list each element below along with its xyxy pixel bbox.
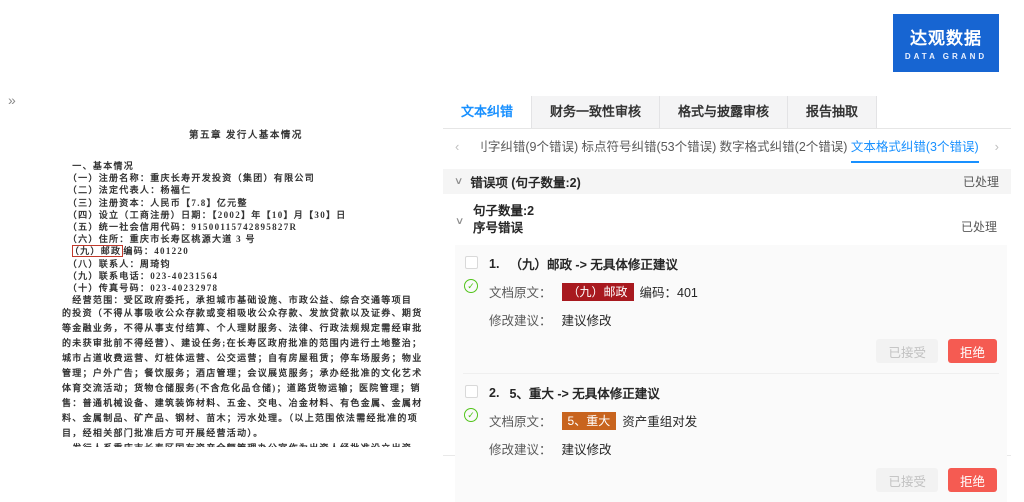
doc-line: （八）联系人：周琦钧 — [62, 258, 430, 270]
doc-line: （三）注册资本：人民币【7.8】亿元整 — [62, 197, 430, 209]
doc-line: 经营范围：受区政府委托，承担城市基础设施、市政公益、综合交通等项目 — [62, 294, 430, 306]
main-tabbar: 文本纠错财务一致性审核格式与披露审核报告抽取 — [443, 96, 1011, 129]
tab-格式与披露审核[interactable]: 格式与披露审核 — [660, 96, 788, 128]
subtab-标点符号纠错(53个错误)[interactable]: 标点符号纠错(53个错误) — [582, 129, 717, 163]
original-text-label: 文档原文： — [489, 282, 552, 301]
doc-line: 管理；户外广告；餐饮服务；酒店管理；会议展览服务；承办经批准的文化艺术 — [62, 366, 430, 381]
item-index: 2. — [489, 386, 499, 400]
error-section-header[interactable]: ∨ 错误项 (句子数量:2) 已处理 — [443, 169, 1011, 194]
doc-line: 一、基本情况 — [62, 160, 430, 172]
doc-line: 的未获审批前不得经营）、建设任务;在长寿区政府批准的范围内进行土地整治； — [62, 336, 430, 351]
doc-text — [62, 246, 72, 256]
item-title: （九）邮政 -> 无具体修正建议 — [509, 254, 677, 273]
doc-line: 售：普通机械设备、建筑装饰材料、五金、交电、冶金材料、有色金属、金属材 — [62, 396, 430, 411]
subtab-items: 刂字纠错(9个错误)标点符号纠错(53个错误)数字格式纠错(2个错误)文本格式纠… — [461, 129, 992, 163]
tab-财务一致性审核[interactable]: 财务一致性审核 — [532, 96, 660, 128]
chevron-right-icon[interactable]: › — [993, 139, 1001, 154]
doc-line: （五）统一社会信用代码：91500115742895827R — [62, 221, 430, 233]
error-item: ✓ 1. （九）邮政 -> 无具体修正建议文档原文： （九）邮政编码：401 修改建议：… — [463, 245, 999, 373]
doc-line: （二）法定代表人：杨福仁 — [62, 184, 430, 196]
chevron-down-icon[interactable]: ∨ — [454, 176, 464, 187]
check-circle-icon: ✓ — [464, 408, 478, 422]
error-section-status: 已处理 — [963, 173, 999, 190]
doc-line: 体育交流活动；货物仓储服务(不含危化品仓储)；道路货物运输；医院管理；销 — [62, 381, 430, 396]
tabbar-filler — [877, 96, 1011, 128]
suggestion-row: 修改建议： 建议修改 — [489, 439, 999, 458]
check-circle-icon: ✓ — [464, 279, 478, 293]
suggestion-text: 建议修改 — [562, 439, 612, 458]
error-chip: 5、重大 — [562, 412, 617, 430]
subtab-刂字纠错(9个错误)[interactable]: 刂字纠错(9个错误) — [475, 129, 578, 163]
group-status: 已处理 — [961, 218, 997, 235]
suggestion-label: 修改建议： — [489, 439, 552, 458]
document-preview: 第五章 发行人基本情况 一、基本情况 （一）注册名称：重庆长寿开发投资（集团）有… — [62, 127, 430, 447]
error-type-subtabs: ‹ 刂字纠错(9个错误)标点符号纠错(53个错误)数字格式纠错(2个错误)文本格… — [443, 129, 1011, 163]
error-item: ✓ 2. 5、重大 -> 无具体修正建议文档原文： 5、重大资产重组对发修改建议： 建议… — [463, 373, 999, 502]
error-item-list: ✓ 1. （九）邮政 -> 无具体修正建议文档原文： （九）邮政编码：401 修改建议：… — [455, 245, 1007, 502]
doc-line: （六）住所：重庆市长寿区桃源大道 3 号 — [62, 233, 430, 245]
group-error-type: 序号错误 — [473, 220, 999, 237]
subtab-文本格式纠错(3个错误)[interactable]: 文本格式纠错(3个错误) — [851, 129, 979, 163]
subtab-数字格式纠错(2个错误)[interactable]: 数字格式纠错(2个错误) — [720, 129, 848, 163]
item-head: 2. 5、重大 -> 无具体修正建议 — [489, 383, 999, 402]
item-actions: 已接受拒绝 — [489, 468, 999, 492]
item-index: 1. — [489, 257, 499, 271]
doc-line: （四）设立（工商注册）日期：【2002】年【10】月【30】日 — [62, 209, 430, 221]
accept-button[interactable]: 已接受 — [876, 468, 938, 492]
reject-button[interactable]: 拒绝 — [948, 468, 997, 492]
original-text-row: 文档原文： 5、重大资产重组对发 — [489, 411, 999, 430]
doc-line: 的投资（不得从事吸收公众存款或变相吸收公众存款、发放贷款以及证券、期货 — [62, 306, 430, 321]
item-head: 1. （九）邮政 -> 无具体修正建议 — [489, 254, 999, 273]
error-chip: （九）邮政 — [562, 283, 634, 301]
accept-button[interactable]: 已接受 — [876, 339, 938, 363]
doc-line: （九）联系电话：023-40231564 — [62, 270, 430, 282]
original-text-label: 文档原文： — [489, 411, 552, 430]
item-checkbox[interactable] — [465, 385, 478, 398]
error-section-title: 错误项 (句子数量:2) — [470, 172, 580, 191]
suggestion-text: 建议修改 — [562, 310, 612, 329]
chevron-left-icon[interactable]: ‹ — [453, 139, 461, 154]
original-text: 资产重组对发 — [622, 411, 697, 430]
document-title: 第五章 发行人基本情况 — [62, 127, 430, 141]
suggestion-row: 修改建议： 建议修改 — [489, 310, 999, 329]
doc-line: 等金融业务，不得从事支付结算、个人理财服务、法律、行政法规规定需经审批 — [62, 321, 430, 336]
doc-line: 料、金属制品、矿产品、钢材、苗木；污水处理。（以上范围依法需经批准的项 — [62, 411, 430, 426]
expand-sidebar-icon[interactable]: » — [8, 92, 16, 108]
original-text-row: 文档原文： （九）邮政编码：401 — [489, 282, 999, 301]
chevron-down-icon[interactable]: ∨ — [455, 216, 465, 227]
reject-button[interactable]: 拒绝 — [948, 339, 997, 363]
review-panel: 文本纠错财务一致性审核格式与披露审核报告抽取 ‹ 刂字纠错(9个错误)标点符号纠… — [443, 96, 1011, 456]
suggestion-label: 修改建议： — [489, 310, 552, 329]
datagrand-logo: 达观数据 DATA GRAND — [893, 14, 999, 72]
error-group-header[interactable]: ∨ 句子数量:2 序号错误 已处理 — [443, 194, 1011, 243]
original-text: 编码：401 — [640, 282, 698, 301]
doc-text: 编码：401220 — [123, 246, 189, 256]
doc-line: 城市占道收费运营、灯桩体运营、公交运营；自有房屋租赁；停车场服务；物业 — [62, 351, 430, 366]
doc-line: （九）邮政编码：401220 — [62, 245, 430, 257]
doc-line: （一）注册名称：重庆长寿开发投资（集团）有限公司 — [62, 172, 430, 184]
doc-line: 发行人系重庆市长寿区国有资产全额管理办公室作为出资人经批准设立出资 — [62, 441, 430, 447]
document-body: 一、基本情况 （一）注册名称：重庆长寿开发投资（集团）有限公司 （二）法定代表人… — [62, 160, 430, 447]
logo-title: 达观数据 — [893, 24, 999, 49]
doc-line: 目，经相关部门批准后方可开展经营活动）。 — [62, 426, 430, 441]
item-title: 5、重大 -> 无具体修正建议 — [509, 383, 659, 402]
tab-文本纠错[interactable]: 文本纠错 — [443, 96, 532, 128]
doc-line: （十）传真号码：023-40232978 — [62, 282, 430, 294]
item-actions: 已接受拒绝 — [489, 339, 999, 363]
clipped-doc-line: 发行人系重庆市长寿区国有资产全额管理办公室作为出资人经批准设立出资 — [62, 441, 430, 447]
highlighted-error-box[interactable]: （九）邮政 — [72, 245, 123, 257]
tab-报告抽取[interactable]: 报告抽取 — [788, 96, 877, 128]
logo-subtitle: DATA GRAND — [893, 52, 999, 61]
item-checkbox[interactable] — [465, 256, 478, 269]
group-sentence-count: 句子数量:2 — [473, 203, 999, 220]
